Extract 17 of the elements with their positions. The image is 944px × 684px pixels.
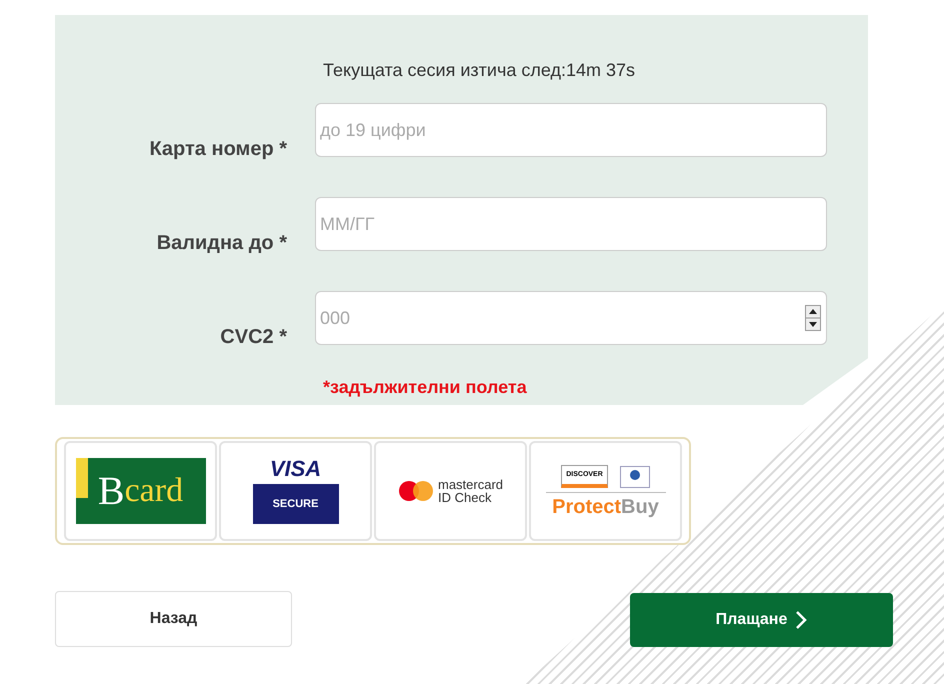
chevron-right-icon bbox=[795, 610, 808, 630]
field-label: CVC2 * bbox=[219, 325, 288, 350]
input-field[interactable]: до 19 цифри bbox=[315, 103, 827, 157]
pay-button[interactable]: Плащане bbox=[630, 593, 893, 647]
visa-secure-logo: VISA SECURE bbox=[252, 458, 338, 524]
session-timer: Текущата сесия изтича след:14m 37s bbox=[323, 59, 636, 82]
diners-club-icon bbox=[620, 466, 650, 488]
input-field[interactable]: 000 bbox=[315, 291, 827, 345]
overlapping-circles-icon bbox=[398, 480, 434, 502]
field-label: Карта номер * bbox=[148, 137, 288, 162]
input-field[interactable]: ММ/ГГ bbox=[315, 197, 827, 251]
spinner-icon[interactable] bbox=[805, 305, 821, 331]
bcard-logo: Bcard bbox=[76, 458, 206, 524]
back-button[interactable]: Назад bbox=[55, 591, 292, 647]
required-note: *задължителни полета bbox=[323, 376, 527, 399]
field-label: Валидна до * bbox=[156, 231, 288, 256]
mastercard-id-check-logo: mastercard ID Check bbox=[398, 478, 504, 504]
